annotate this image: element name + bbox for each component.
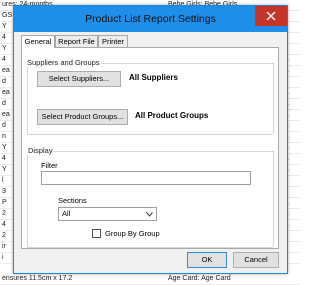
group-border bbox=[27, 151, 28, 247]
row-text: l bbox=[2, 177, 4, 184]
group-border bbox=[27, 63, 28, 134]
group-border bbox=[27, 134, 273, 135]
tab-report-file[interactable]: Report File bbox=[55, 35, 98, 47]
ok-button[interactable]: OK bbox=[187, 252, 227, 268]
group-border bbox=[27, 247, 273, 248]
report-settings-dialog: Product List Report Settings General Rep… bbox=[13, 5, 288, 274]
group-border bbox=[273, 63, 274, 134]
dialog-titlebar[interactable]: Product List Report Settings bbox=[14, 6, 287, 32]
row-text: d bbox=[2, 78, 6, 85]
row-text: i bbox=[2, 254, 4, 261]
row-text: n bbox=[2, 133, 6, 140]
row-text: ea bbox=[2, 89, 10, 96]
row-text: Age Card: Age Card bbox=[168, 275, 231, 282]
display-group-title: Display bbox=[27, 146, 54, 155]
tab-general[interactable]: General bbox=[21, 35, 55, 48]
suppliers-group-title: Suppliers and Groups bbox=[26, 58, 101, 67]
sections-select[interactable]: All bbox=[58, 207, 157, 221]
select-suppliers-button[interactable]: Select Suppliers... bbox=[37, 71, 121, 87]
row-text: 3 bbox=[2, 188, 6, 195]
group-border bbox=[273, 151, 274, 247]
row-text: 2 bbox=[2, 210, 6, 217]
row-text: 4 bbox=[2, 56, 6, 63]
row-text: ea bbox=[2, 111, 10, 118]
row-text: Y bbox=[2, 23, 7, 30]
row-text: 4 bbox=[2, 34, 6, 41]
row-text: 4 bbox=[2, 221, 6, 228]
dialog-title: Product List Report Settings bbox=[85, 13, 216, 25]
row-text: d bbox=[2, 100, 6, 107]
row-text: ensures 11.5cm x 17.2 bbox=[2, 275, 73, 282]
row-text: Y bbox=[2, 166, 7, 173]
group-by-group-checkbox[interactable] bbox=[92, 229, 101, 238]
row-text: 4 bbox=[2, 155, 6, 162]
row-text: ir bbox=[2, 243, 6, 250]
select-product-groups-button[interactable]: Select Product Groups... bbox=[37, 109, 128, 125]
row-text: P bbox=[2, 199, 7, 206]
chevron-down-icon bbox=[146, 212, 153, 217]
general-tab-panel: Suppliers and Groups Select Suppliers...… bbox=[21, 47, 279, 249]
group-border bbox=[27, 151, 273, 152]
sections-label: Sections bbox=[58, 196, 87, 205]
spreadsheet-row: ensures 11.5cm x 17.2 Age Card: Age Card bbox=[0, 274, 300, 285]
row-text: Y bbox=[2, 45, 7, 52]
sections-selected-value: All bbox=[62, 209, 71, 218]
row-text: 2 bbox=[2, 232, 6, 239]
row-text: GS bbox=[2, 12, 13, 19]
row-text: Y bbox=[2, 144, 7, 151]
product-groups-value: All Product Groups bbox=[135, 111, 209, 120]
row-text: ea bbox=[2, 67, 10, 74]
close-icon bbox=[266, 11, 276, 21]
close-button[interactable] bbox=[255, 6, 287, 26]
row-text: d bbox=[2, 122, 6, 129]
suppliers-value: All Suppliers bbox=[129, 73, 178, 82]
group-by-group-label: Group By Group bbox=[105, 229, 160, 238]
filter-label: Filter bbox=[41, 161, 58, 170]
tab-printer[interactable]: Printer bbox=[98, 35, 128, 47]
filter-input[interactable] bbox=[41, 171, 251, 185]
cancel-button[interactable]: Cancel bbox=[233, 252, 279, 268]
